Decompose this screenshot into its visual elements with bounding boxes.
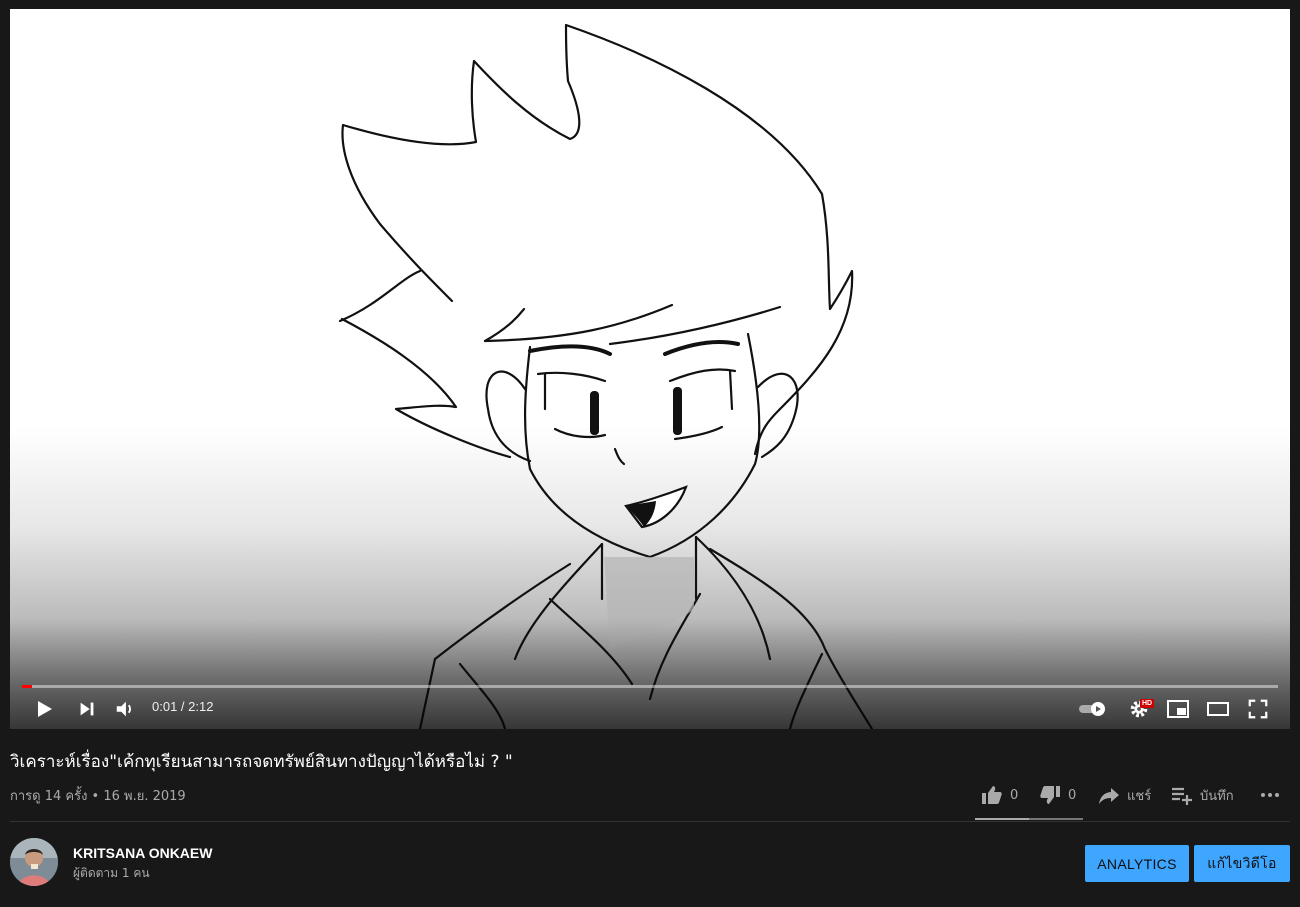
more-actions-button[interactable] [1258,780,1282,810]
volume-button[interactable] [114,695,136,723]
next-button[interactable] [76,695,98,723]
avatar-photo [10,838,58,886]
thumbs-down-icon [1040,786,1060,804]
right-pupil [673,387,682,435]
fullscreen-icon [1248,699,1268,719]
miniplayer-icon [1167,700,1189,718]
progress-bar[interactable] [22,685,1278,688]
analytics-button[interactable]: ANALYTICS [1085,845,1189,882]
time-current: 0:01 [152,699,178,714]
save-label: บันทึก [1200,788,1234,804]
theater-icon [1207,702,1229,716]
save-button[interactable]: บันทึก [1170,780,1234,810]
theater-mode-button[interactable] [1206,695,1230,723]
sentiment-bar-likes [975,818,1029,820]
autoplay-toggle-icon [1079,702,1105,716]
play-button[interactable] [32,695,56,723]
like-button[interactable]: 0 [980,780,1018,810]
more-icon [1261,793,1279,797]
channel-avatar[interactable] [10,838,58,886]
miniplayer-button[interactable] [1166,695,1190,723]
thumbs-up-icon [982,786,1002,804]
like-count: 0 [1010,787,1019,803]
time-display: 0:01 / 2:12 [152,699,214,714]
share-button[interactable]: แชร์ [1097,780,1151,810]
volume-icon [116,701,131,717]
progress-played [22,685,32,688]
fullscreen-button[interactable] [1247,695,1269,723]
play-icon [38,701,52,717]
next-icon [80,702,94,716]
save-playlist-icon [1172,787,1192,805]
left-pupil [590,391,599,435]
subscriber-count: ผู้ติดตาม 1 คน [73,866,150,880]
autoplay-toggle[interactable] [1078,695,1108,723]
video-title: วิเคราะห์เรื่อง"เค้กทุเรียนสามารถจดทรัพย… [10,752,513,772]
channel-name[interactable]: KRITSANA ONKAEW [73,845,212,861]
divider [10,821,1290,822]
share-label: แชร์ [1127,788,1152,804]
hd-badge: HD [1140,699,1155,708]
time-total: 2:12 [188,699,214,714]
video-player[interactable]: 0:01 / 2:12 HD [10,9,1290,729]
views-and-date: การดู 14 ครั้ง • 16 พ.ย. 2019 [10,789,186,804]
sentiment-bar [975,818,1083,820]
dislike-button[interactable]: 0 [1038,780,1076,810]
edit-video-button[interactable]: แก้ไขวิดีโอ [1194,845,1290,882]
share-icon [1099,788,1119,804]
dislike-count: 0 [1068,787,1077,803]
